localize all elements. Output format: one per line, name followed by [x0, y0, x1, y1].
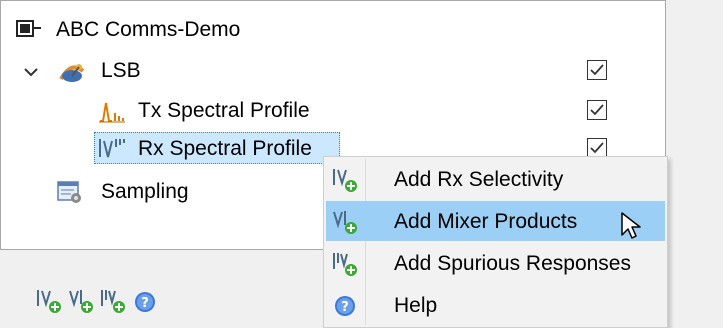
menu-item-label: Add Spurious Responses	[394, 252, 631, 275]
tree-item-label: Rx Spectral Profile	[138, 137, 312, 160]
help-icon: ?	[332, 293, 358, 319]
mouse-cursor-icon	[620, 211, 642, 247]
svg-text:?: ?	[141, 296, 149, 311]
tree-item-tx-spectral-profile[interactable]: Tx Spectral Profile	[1, 92, 665, 130]
menu-item-label: Add Rx Selectivity	[394, 168, 564, 191]
antenna-icon	[57, 59, 85, 83]
rx-checkbox[interactable]	[587, 138, 607, 158]
menu-item-label: Help	[394, 294, 438, 317]
sampling-icon	[57, 180, 81, 204]
rx-spectrum-icon	[98, 137, 125, 161]
tx-spectrum-icon	[98, 99, 125, 123]
menu-item-add-rx-selectivity[interactable]: Add Rx Selectivity	[326, 159, 665, 199]
chevron-down-icon[interactable]	[23, 62, 39, 78]
context-menu: Add Rx Selectivity Add Mixer Products Ad…	[323, 156, 668, 328]
system-icon	[16, 18, 41, 42]
lsb-checkbox[interactable]	[587, 60, 607, 80]
menu-item-add-mixer-products[interactable]: Add Mixer Products	[326, 201, 665, 241]
tree-item-root[interactable]: ABC Comms-Demo	[1, 11, 665, 49]
tree-item-label: Tx Spectral Profile	[138, 99, 310, 122]
svg-text:?: ?	[341, 300, 349, 315]
menu-item-help[interactable]: ? Help	[326, 285, 665, 325]
help-icon[interactable]: ?	[132, 288, 158, 314]
menu-item-add-spurious-responses[interactable]: Add Spurious Responses	[326, 243, 665, 283]
tree-item-label: Sampling	[101, 180, 189, 203]
tree-item-label: LSB	[101, 59, 141, 82]
add-spurious-responses-icon[interactable]	[100, 288, 126, 314]
add-spurious-responses-icon	[332, 251, 358, 277]
menu-item-label: Add Mixer Products	[394, 210, 578, 233]
add-rx-selectivity-icon[interactable]	[36, 288, 62, 314]
tree-item-lsb[interactable]: LSB	[1, 52, 665, 90]
add-mixer-products-icon	[332, 209, 358, 235]
add-rx-selectivity-icon	[332, 167, 358, 193]
tx-checkbox[interactable]	[587, 100, 607, 120]
tree-item-label: ABC Comms-Demo	[56, 18, 241, 41]
add-mixer-products-icon[interactable]	[68, 288, 94, 314]
